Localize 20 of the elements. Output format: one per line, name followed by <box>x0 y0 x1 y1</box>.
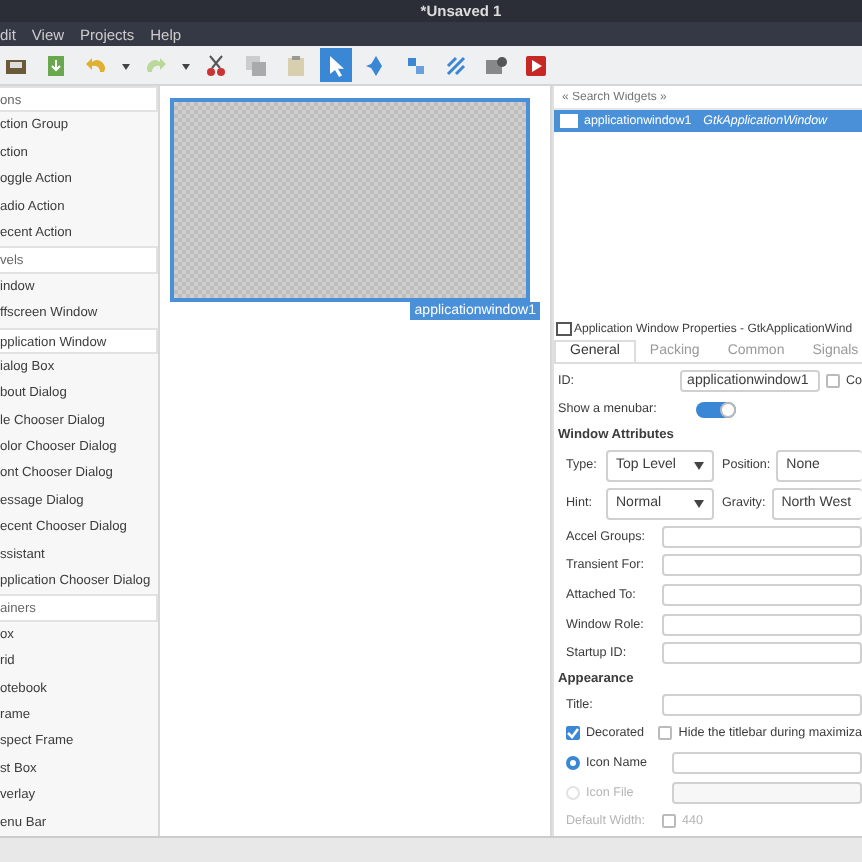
input-field[interactable] <box>672 781 862 804</box>
window-icon <box>556 322 572 337</box>
caret-icon <box>694 499 704 508</box>
input-field[interactable] <box>662 693 862 716</box>
input-field[interactable] <box>662 554 862 577</box>
checkbox[interactable] <box>825 373 840 388</box>
checkbox[interactable] <box>658 726 673 741</box>
input-field[interactable] <box>662 584 862 607</box>
caret-icon <box>694 461 704 470</box>
input-field[interactable] <box>662 642 862 665</box>
checkbox[interactable] <box>566 726 580 741</box>
window-icon <box>560 114 578 128</box>
radio-button[interactable] <box>566 756 580 771</box>
pointer-icon[interactable] <box>320 48 352 82</box>
input-field[interactable] <box>662 613 862 636</box>
toggle-switch[interactable] <box>696 401 736 418</box>
input-field[interactable] <box>672 752 862 775</box>
checkbox[interactable] <box>662 814 676 829</box>
input-field[interactable] <box>662 525 862 548</box>
window-preview[interactable] <box>170 98 530 302</box>
